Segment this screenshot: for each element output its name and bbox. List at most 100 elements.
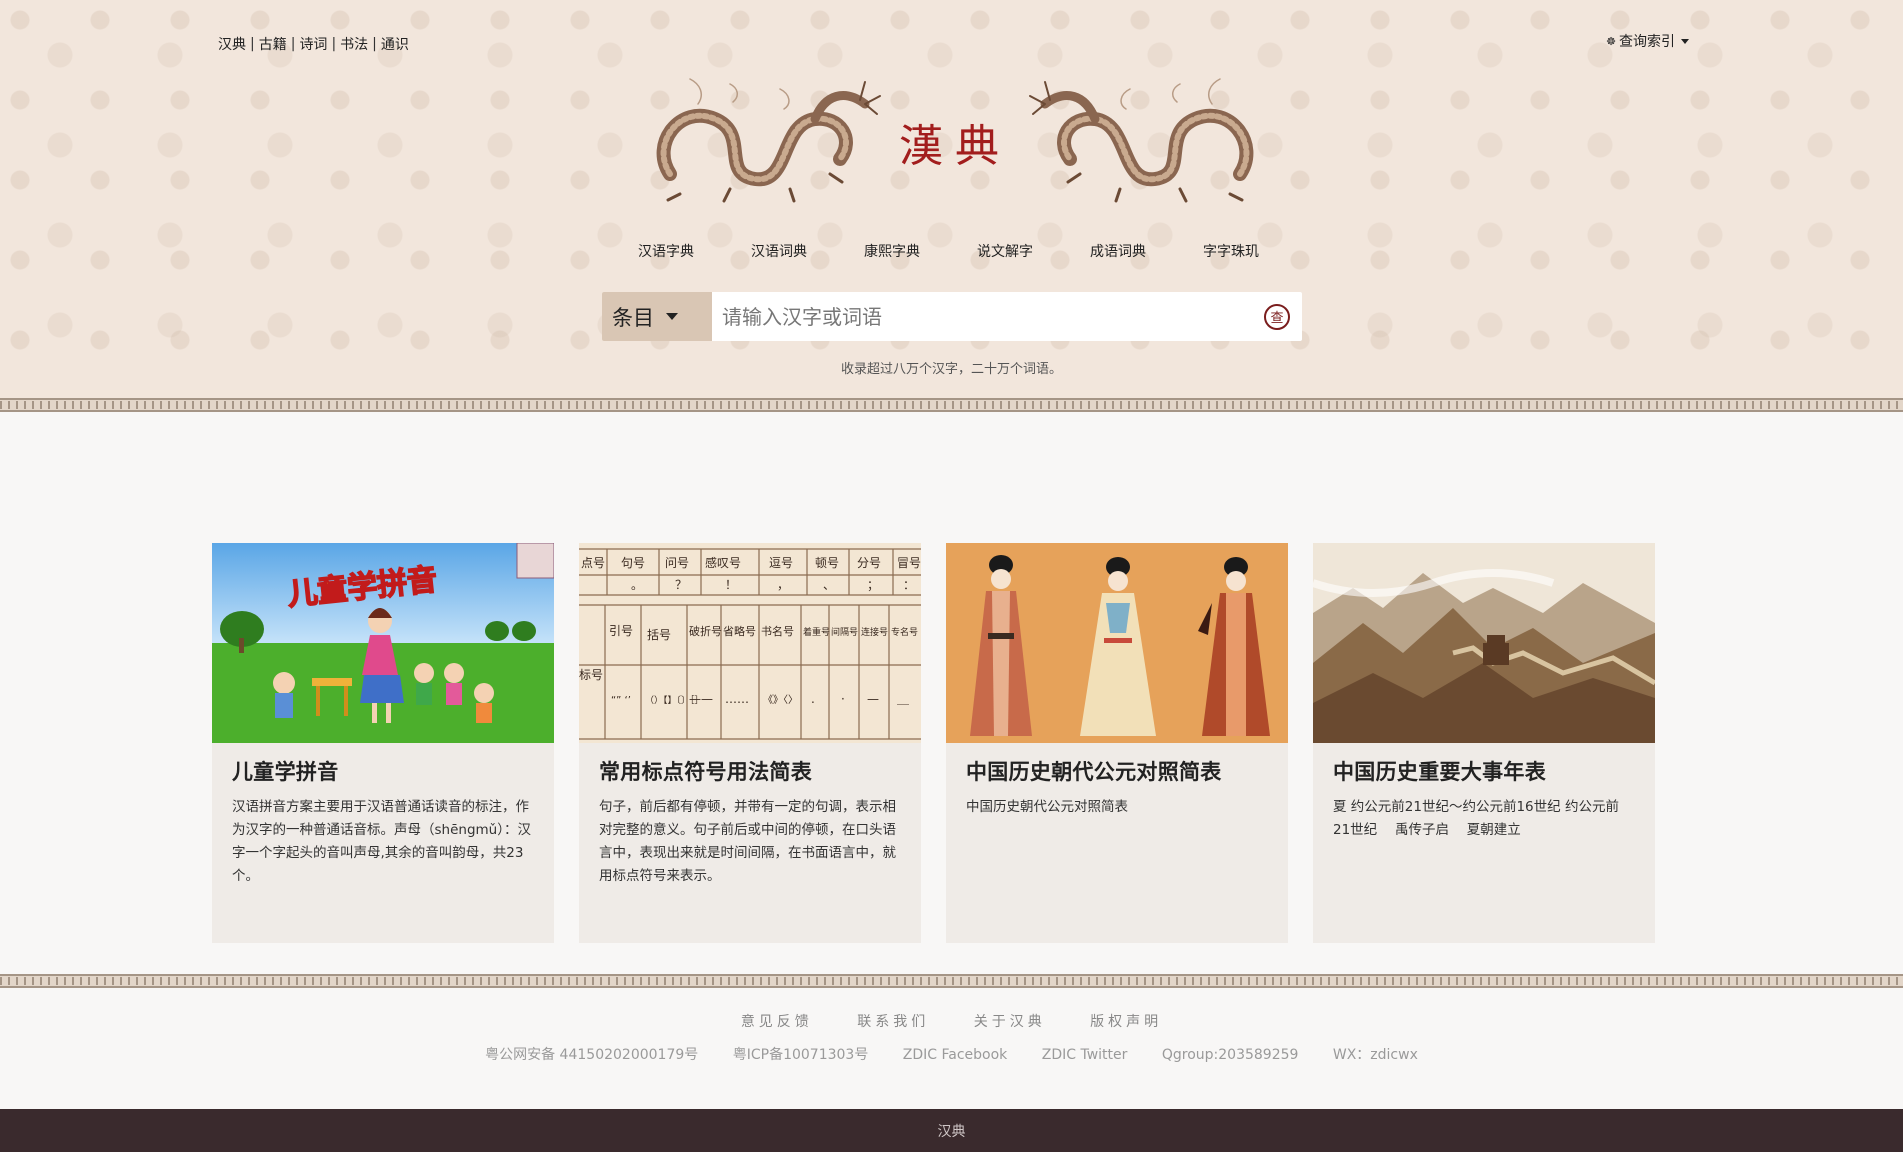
topnav-tong-shi[interactable]: 通识 [381,34,409,54]
search-seal-icon: 查 [1264,303,1290,330]
footer-facebook-link[interactable]: ZDIC Facebook [903,1047,1008,1063]
card-history-events[interactable]: 中国历史重要大事年表 夏 约公元前21世纪～约公元前16世纪 约公元前21世纪 … [1313,543,1655,943]
card-description: 夏 约公元前21世纪～约公元前16世纪 约公元前21世纪 禹传子启 夏朝建立 [1333,799,1619,838]
punct-mark: — [867,692,879,706]
topnav-separator: | [331,36,337,52]
tagline: 收录超过八万个汉字，二十万个词语。 [840,362,1062,377]
site-logo[interactable]: 漢典 [640,64,1270,204]
dictionary-nav: 汉语字典 汉语词典 康熙字典 说文解字 成语词典 字字珠玑 [638,241,1259,261]
card-title: 常用标点符号用法简表 [599,760,812,784]
dict-nav-shuowen-jiezi[interactable]: 说文解字 [977,241,1033,261]
decorative-border-bottom [0,974,1903,988]
dharma-wheel-icon: ☸ [1606,34,1616,48]
card-pinyin-image: 儿童学拼音 [212,543,554,743]
card-title: 中国历史朝代公元对照简表 [966,760,1222,784]
search-seal-glyph: 查 [1270,311,1283,326]
topnav-separator: | [250,36,255,52]
children-pinyin-illustration: 儿童学拼音 [212,543,554,743]
punct-mark: ， [777,578,789,592]
punct-mark: ＿ [897,692,909,706]
punct-header: 感叹号 [705,555,741,570]
topnav-shu-fa[interactable]: 书法 [340,34,368,54]
punct-mark: ； [867,578,879,592]
punct-mark: . [811,692,815,706]
punct-header: 专名号 [891,626,918,638]
search-input[interactable] [712,292,1252,341]
caret-down-icon [666,313,678,320]
punct-header: 点号 [581,556,605,570]
footer-link-about[interactable]: 关于汉典 [974,1014,1046,1030]
punct-header: 书名号 [761,624,794,638]
punct-header: 括号 [647,627,671,642]
card-pinyin[interactable]: 儿童学拼音 儿童学拼音 汉语拼音方案主要用于汉语普通话读音的标注，作为汉字的一种… [212,543,554,943]
punct-mark: ！ [725,578,737,592]
footer-link-copyright[interactable]: 版权声明 [1090,1014,1162,1030]
topnav-separator: | [290,36,296,52]
top-nav: 汉典 | 古籍 | 诗词 | 书法 | 通识 [218,34,409,54]
punct-mark: 《》〈〉 [763,694,798,706]
caret-down-icon [1681,38,1689,44]
punct-header: 引号 [609,624,633,638]
search-category-select[interactable]: 条目 [602,292,712,341]
search-button[interactable]: 查 [1252,292,1302,341]
punct-mark: ？ [675,578,687,592]
index-dropdown-label: 查询索引 [1619,34,1675,50]
punct-mark: · [841,692,845,706]
punct-header: 间隔号 [831,626,858,638]
right-dragon-icon [1029,78,1254,203]
search-bar: 条目 查 [602,292,1302,341]
punct-header: 句号 [621,556,645,570]
search-category-label: 条目 [612,305,654,330]
punct-header: 破折号 [689,624,722,638]
punct-mark: ： [903,578,915,592]
punct-header: 分号 [857,556,881,570]
footer-wechat: WX：zdicwx [1332,1047,1418,1063]
dict-nav-hanyu-cidian[interactable]: 汉语词典 [751,241,807,261]
great-wall-painting-illustration [1313,543,1655,743]
index-dropdown[interactable]: ☸ 查询索引 [1606,31,1689,51]
punct-header: 问号 [665,556,689,570]
footer-icp-record[interactable]: 粤ICP备10071303号 [733,1047,869,1063]
dict-nav-zizi-zhuji[interactable]: 字字珠玑 [1203,241,1259,261]
dict-nav-kangxi-zidian[interactable]: 康熙字典 [864,241,920,261]
card-punctuation-image: 点号 句号 问号 感叹号 逗号 顿号 分号 冒号 。 ？ ！ ， 、 ； ： 引… [579,543,921,743]
card-title: 儿童学拼音 [232,760,339,784]
dict-nav-chengyu-cidian[interactable]: 成语词典 [1090,241,1146,261]
footer-qgroup: Qgroup:203589259 [1161,1047,1299,1063]
bottom-bar-label: 汉典 [937,1123,966,1140]
punct-header: 着重号 [803,626,830,638]
footer-link-feedback[interactable]: 意见反馈 [741,1014,813,1030]
card-dynasties[interactable]: 中国历史朝代公元对照简表 中国历史朝代公元对照简表 [946,543,1288,943]
decorative-border-top [0,398,1903,412]
punct-header: 标号 [579,668,603,682]
punct-mark: 。 [631,578,643,592]
dict-nav-hanyu-zidian[interactable]: 汉语字典 [638,241,694,261]
card-dynasties-image [946,543,1288,743]
footer-link-contact[interactable]: 联系我们 [857,1014,929,1030]
punct-header: 连接号 [861,626,888,638]
card-title: 中国历史重要大事年表 [1333,760,1546,784]
punct-mark: 、 [823,578,835,592]
punct-mark: …… [725,692,749,706]
card-history-events-image [1313,543,1655,743]
topnav-hand-dian[interactable]: 汉典 [218,34,246,54]
card-punctuation[interactable]: 点号 句号 问号 感叹号 逗号 顿号 分号 冒号 。 ？ ！ ， 、 ； ： 引… [579,543,921,943]
punct-mark: “” ‘’ [611,695,631,706]
topnav-gu-ji[interactable]: 古籍 [259,34,287,54]
site-header: 汉典 | 古籍 | 诗词 | 书法 | 通识 ☸ 查询索引 漢典 汉语字典 汉语… [0,0,1903,398]
card-description: 中国历史朝代公元对照简表 [966,799,1128,815]
logo-text: 漢典 [899,121,1011,172]
footer-links: 意见反馈 联系我们 关于汉典 版权声明 [0,1011,1903,1031]
punct-header: 顿号 [815,556,839,570]
bottom-bar: 汉典 [0,1109,1903,1152]
footer-twitter-link[interactable]: ZDIC Twitter [1042,1047,1128,1063]
feature-cards: 儿童学拼音 儿童学拼音 汉语拼音方案主要用于汉语普通话读音的标注，作为汉字的一种… [212,543,1655,943]
topnav-separator: | [372,36,377,52]
topnav-shi-ci[interactable]: 诗词 [299,34,327,54]
ancient-costume-figures-illustration [946,543,1288,743]
footer-police-record[interactable]: 粤公网安备 44150202000179号 [485,1047,698,1063]
punctuation-table-illustration: 点号 句号 问号 感叹号 逗号 顿号 分号 冒号 。 ？ ！ ， 、 ； ： 引… [579,543,921,743]
card-description: 汉语拼音方案主要用于汉语普通话读音的标注，作为汉字的一种普通话音标。声母（shē… [232,799,531,884]
card-description: 句子，前后都有停顿，并带有一定的句调，表示相对完整的意义。句子前后或中间的停顿，… [599,799,896,884]
footer-info: 粤公网安备 44150202000179号 粤ICP备10071303号 ZDI… [0,1044,1903,1064]
